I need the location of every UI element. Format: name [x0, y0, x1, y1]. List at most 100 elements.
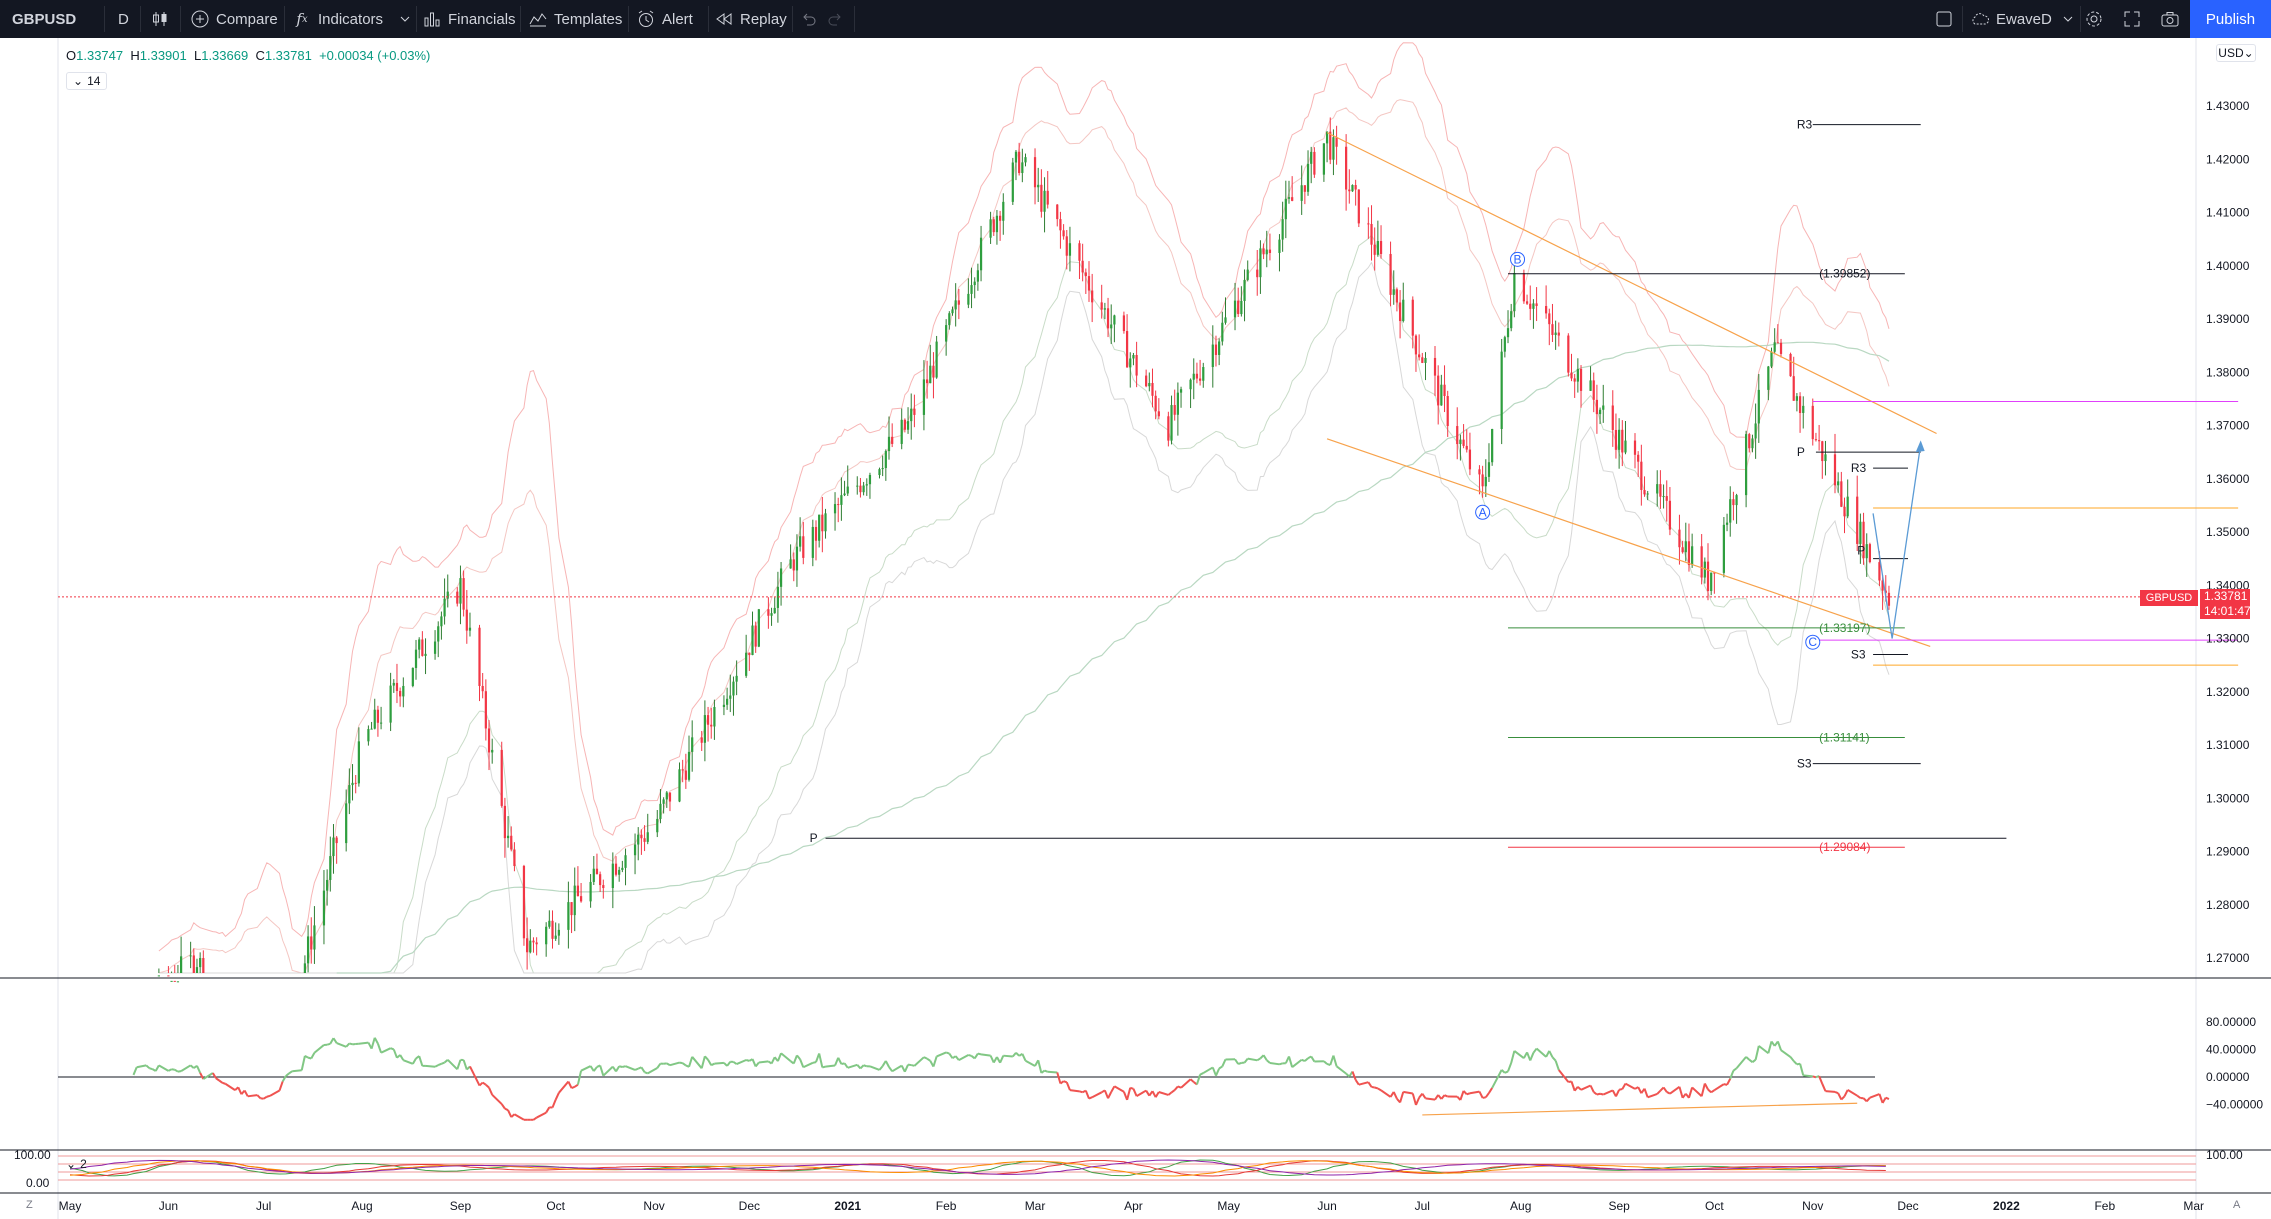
publish-button[interactable]: Publish — [2190, 0, 2271, 38]
oscillator-segment — [1504, 1070, 1509, 1074]
candle-body — [837, 504, 840, 506]
toolbar-divider — [628, 6, 629, 32]
alert-label: Alert — [662, 10, 693, 28]
candle-body — [1814, 439, 1818, 441]
candle-body — [1459, 439, 1462, 445]
toolbar-divider — [1962, 6, 1963, 32]
replay-label: Replay — [740, 10, 787, 28]
oscillator-segment — [977, 1052, 982, 1056]
rewind-icon — [714, 9, 734, 29]
indicators-button[interactable]: fx Indicators — [292, 0, 383, 38]
candle-body — [929, 365, 932, 384]
candle-body — [1868, 544, 1872, 563]
fullscreen-layout-button[interactable] — [1934, 0, 1954, 38]
candle-body — [459, 578, 462, 604]
level-label: (1.31141) — [1819, 731, 1869, 745]
toolbar-divider — [416, 6, 417, 32]
oscillator-segment — [571, 1085, 576, 1089]
indicators-dropdown[interactable] — [395, 0, 415, 38]
layout-menu[interactable]: EwaveD — [1970, 0, 2078, 38]
candle-body — [1332, 137, 1335, 160]
chart-canvas[interactable]: A B C (1.39852) (1.33197) (1.31141) (1.29084) R… — [0, 38, 2271, 1219]
candle-body — [1824, 454, 1827, 462]
candle-body — [570, 902, 573, 916]
zoom-button[interactable]: Z — [26, 1199, 33, 1211]
candle-body — [468, 627, 472, 631]
candle-body — [1348, 189, 1351, 192]
candle-body — [859, 485, 862, 493]
candle-body — [551, 920, 554, 939]
candle-body — [1659, 484, 1662, 497]
fullscreen-button[interactable] — [2122, 0, 2142, 38]
candle-body — [421, 639, 424, 656]
candle-body — [592, 868, 595, 882]
chart-area[interactable]: A B C (1.39852) (1.33197) (1.31141) (1.29084) R… — [0, 38, 2271, 1219]
interval-button[interactable]: D — [118, 0, 129, 38]
pivot-label: P — [1857, 544, 1865, 558]
symbol-search[interactable]: GBPUSD — [12, 0, 76, 38]
replay-button[interactable]: Replay — [714, 0, 787, 38]
candle-body — [1754, 423, 1757, 439]
layout-name: EwaveD — [1996, 10, 2052, 28]
candle-body — [1062, 230, 1065, 237]
candle-body — [1224, 317, 1227, 323]
compare-button[interactable]: Compare — [190, 0, 278, 38]
settings-button[interactable] — [2084, 0, 2104, 38]
candle-body — [1865, 544, 1868, 559]
candle-body — [1202, 367, 1205, 381]
candle-body — [1129, 358, 1132, 368]
alarm-clock-icon — [636, 9, 656, 29]
oscillator-segment — [622, 1065, 626, 1068]
candle-body — [1122, 315, 1126, 332]
gear-icon — [2084, 9, 2104, 29]
candle-body — [1443, 384, 1446, 397]
templates-button[interactable]: Templates — [528, 0, 622, 38]
candle-body — [1684, 541, 1687, 553]
candle-body — [1281, 219, 1284, 240]
candle-body — [456, 591, 459, 604]
redo-button[interactable] — [826, 0, 846, 38]
currency-select[interactable]: USD ⌄ — [2216, 44, 2256, 62]
auto-scale-button[interactable]: A — [2233, 1199, 2240, 1211]
candle-body — [1487, 462, 1491, 477]
candle-body — [1198, 378, 1202, 381]
candle-body — [1811, 405, 1814, 440]
oscillator-segment — [714, 1061, 725, 1065]
oscillator-segment — [1444, 1094, 1449, 1098]
indicator-count-badge[interactable]: ⌄ 14 — [66, 72, 108, 90]
candle-body — [1770, 351, 1773, 367]
candle-body — [1395, 289, 1399, 303]
financials-button[interactable]: Financials — [422, 0, 516, 38]
bar-countdown: 14:01:47 — [2204, 604, 2251, 618]
candle-body — [1313, 151, 1316, 175]
undo-button[interactable] — [798, 0, 818, 38]
candle-body — [481, 685, 484, 692]
close-label: C — [255, 48, 265, 63]
oscillator-segment — [822, 1065, 826, 1069]
lower-tick-label: 100.00 — [2206, 1148, 2243, 1162]
candle-body — [1379, 241, 1383, 254]
lower-pane-badge[interactable]: ⌄ 2 — [66, 1156, 87, 1172]
undo-icon — [798, 9, 818, 29]
candle-body — [633, 844, 637, 856]
candle-body — [1776, 342, 1779, 344]
candle-body — [1687, 541, 1691, 566]
chart-type-button[interactable] — [150, 0, 170, 38]
candle-body — [1773, 342, 1776, 352]
candle-body — [1767, 366, 1770, 390]
pivot-label: S3 — [1851, 647, 1866, 661]
plus-circle-icon — [190, 9, 210, 29]
oscillator-segment — [1618, 1088, 1623, 1091]
candle-body — [1779, 342, 1783, 354]
time-tick-label: Nov — [643, 1199, 664, 1213]
candle-body — [433, 641, 437, 654]
candle-body — [998, 215, 1002, 221]
oscillator-segment — [1003, 1054, 1013, 1058]
price-tick-label: 1.27000 — [2206, 951, 2250, 965]
snapshot-button[interactable] — [2160, 0, 2180, 38]
candle-body — [878, 469, 881, 475]
candle-body — [1456, 426, 1459, 445]
alert-button[interactable]: Alert — [636, 0, 693, 38]
candle-body — [1656, 484, 1659, 494]
candle-body — [1465, 445, 1468, 450]
